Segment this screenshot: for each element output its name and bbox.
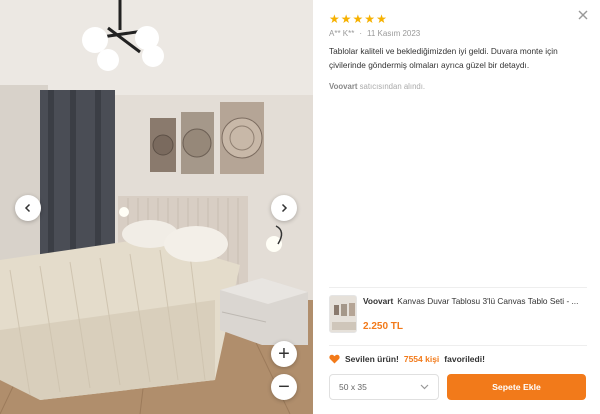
review-meta: A** K** · 11 Kasım 2023 <box>329 29 420 38</box>
product-title[interactable]: Kanvas Duvar Tablosu 3'lü Canvas Tablo S… <box>397 296 578 306</box>
chevron-left-icon <box>24 203 31 213</box>
star-icon: ★ <box>376 12 387 26</box>
star-icon: ★ <box>329 12 340 26</box>
favorite-suffix: favoriledi! <box>444 354 485 364</box>
chevron-down-icon <box>420 384 429 390</box>
meta-separator: · <box>359 29 363 38</box>
favorite-info: Sevilen ürün! 7554 kişi favoriledi! <box>329 354 485 364</box>
zoom-in-button[interactable]: + <box>271 341 297 367</box>
heart-icon <box>329 354 340 364</box>
seller-note-text: satıcısından alındı. <box>359 82 426 91</box>
star-icon: ★ <box>340 12 352 26</box>
product-thumbnail[interactable] <box>329 295 357 333</box>
product-thumbnail-image <box>330 296 356 332</box>
review-photo: + − <box>0 0 313 414</box>
seller-note: Voovart satıcısından alındı. <box>329 82 425 91</box>
zoom-out-button[interactable]: − <box>271 374 297 400</box>
divider <box>329 287 587 288</box>
review-author: A** K** <box>329 29 355 38</box>
product-summary[interactable]: Voovart Kanvas Duvar Tablosu 3'lü Canvas … <box>329 295 589 335</box>
close-icon[interactable] <box>576 8 590 22</box>
divider <box>329 345 587 346</box>
size-select-value: 50 x 35 <box>339 382 367 392</box>
next-image-button[interactable] <box>271 195 297 221</box>
seller-name[interactable]: Voovart <box>329 82 357 91</box>
review-date: 11 Kasım 2023 <box>367 29 421 38</box>
favorite-prefix: Sevilen ürün! <box>345 354 399 364</box>
review-panel: ★ ★ ★ ★ ★ A** K** · 11 Kasım 2023 Tablol… <box>313 0 600 414</box>
favorite-count: 7554 kişi <box>403 354 440 364</box>
review-comment: Tablolar kaliteli ve beklediğimizden iyi… <box>329 46 558 70</box>
rating-stars: ★ ★ ★ ★ ★ <box>329 13 387 25</box>
chevron-right-icon <box>281 203 288 213</box>
product-info: Voovart Kanvas Duvar Tablosu 3'lü Canvas … <box>363 295 588 335</box>
product-title-line[interactable]: Voovart Kanvas Duvar Tablosu 3'lü Canvas … <box>363 295 588 307</box>
previous-image-button[interactable] <box>15 195 41 221</box>
bedroom-image <box>0 0 313 414</box>
product-price: 2.250 TL <box>363 321 404 332</box>
size-select[interactable]: 50 x 35 <box>329 374 439 400</box>
star-icon: ★ <box>352 12 364 26</box>
product-brand[interactable]: Voovart <box>363 296 393 306</box>
add-to-cart-button[interactable]: Sepete Ekle <box>447 374 586 400</box>
star-icon: ★ <box>364 12 376 26</box>
